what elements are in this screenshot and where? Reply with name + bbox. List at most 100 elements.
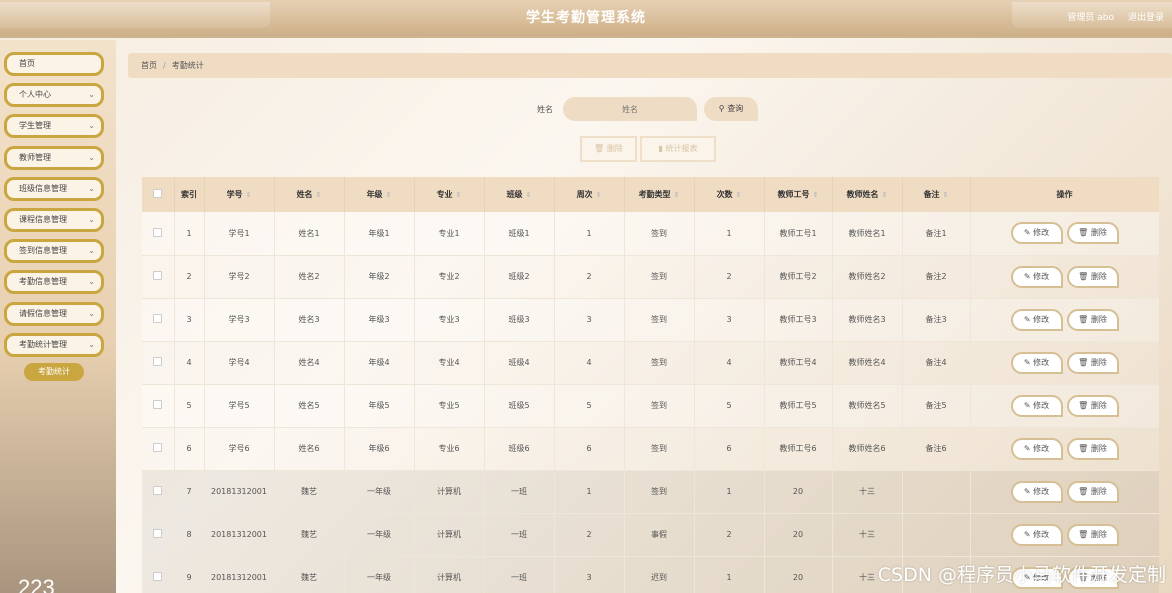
edit-icon: ✎	[1023, 443, 1031, 453]
table-cell: 专业2	[414, 255, 485, 298]
sort-icon[interactable]: ⇕	[596, 191, 602, 199]
table-cell: 3	[174, 298, 205, 341]
sidebar-item[interactable]: 首页	[4, 52, 104, 76]
delete-label: 删除	[1090, 486, 1107, 496]
column-header[interactable]: 备注 ⇕	[902, 177, 971, 212]
sort-icon[interactable]: ⇕	[456, 191, 462, 199]
select-all-checkbox-cell	[142, 177, 175, 212]
sort-icon[interactable]: ⇕	[943, 191, 949, 199]
batch-delete-button[interactable]: 🗑 删除	[580, 136, 637, 162]
table-cell: 6	[694, 427, 765, 470]
delete-button[interactable]: 🗑 删除	[1066, 265, 1119, 288]
table-cell: 年级5	[344, 384, 415, 427]
row-checkbox[interactable]	[153, 572, 163, 581]
column-header[interactable]: 周次 ⇕	[554, 177, 625, 212]
column-header[interactable]: 考勤类型 ⇕	[624, 177, 695, 212]
sidebar-bottom-number: 223	[18, 575, 55, 593]
column-header[interactable]: 教师工号 ⇕	[764, 177, 833, 212]
sidebar-item[interactable]: 请假信息管理 ⌄	[4, 301, 104, 326]
table-cell: 20181312001	[204, 513, 275, 556]
table-cell: 1	[554, 212, 625, 255]
report-button[interactable]: ▮ 统计报表	[640, 136, 716, 162]
table-cell: 年级2	[344, 255, 415, 298]
delete-button[interactable]: 🗑 删除	[1066, 437, 1119, 460]
column-header[interactable]: 班级 ⇕	[484, 177, 555, 212]
table-cell: 教师工号2	[764, 255, 833, 298]
delete-button[interactable]: 🗑 删除	[1066, 480, 1119, 503]
row-checkbox[interactable]	[153, 357, 163, 366]
column-header[interactable]: 学号 ⇕	[204, 177, 275, 212]
row-checkbox[interactable]	[153, 314, 163, 323]
row-checkbox[interactable]	[153, 529, 163, 538]
table-cell: 专业1	[414, 212, 485, 255]
column-header[interactable]: 姓名 ⇕	[274, 177, 345, 212]
column-header[interactable]: 教师姓名 ⇕	[832, 177, 903, 212]
sort-icon[interactable]: ⇕	[316, 191, 322, 199]
edit-label: 修改	[1033, 400, 1050, 410]
sort-icon[interactable]: ⇕	[386, 191, 392, 199]
sidebar-item[interactable]: 个人中心 ⌄	[4, 83, 104, 108]
edit-button[interactable]: ✎ 修改	[1010, 222, 1063, 245]
edit-button[interactable]: ✎ 修改	[1010, 523, 1063, 546]
edit-button[interactable]: ✎ 修改	[1010, 351, 1063, 374]
table-cell: 班级3	[484, 298, 555, 341]
name-search-input[interactable]	[563, 97, 697, 121]
edit-button[interactable]: ✎ 修改	[1010, 265, 1063, 288]
delete-button[interactable]: 🗑 删除	[1066, 523, 1119, 546]
edit-button[interactable]: ✎ 修改	[1010, 437, 1063, 460]
logout-link[interactable]: 退出登录	[1128, 10, 1164, 23]
table-cell: 2	[554, 513, 625, 556]
table-cell: 姓名5	[274, 384, 345, 427]
sort-icon[interactable]: ⇕	[246, 191, 252, 199]
sidebar-item[interactable]: 班级信息管理 ⌄	[4, 176, 104, 201]
column-header[interactable]: 年级 ⇕	[344, 177, 415, 212]
column-header[interactable]: 专业 ⇕	[414, 177, 485, 212]
column-header[interactable]: 次数 ⇕	[694, 177, 765, 212]
row-checkbox[interactable]	[153, 400, 163, 409]
sort-icon[interactable]: ⇕	[882, 191, 888, 199]
sort-icon[interactable]: ⇕	[736, 191, 742, 199]
table-cell: 教师工号6	[764, 427, 833, 470]
row-actions: ✎ 修改 🗑 删除	[970, 255, 1159, 298]
edit-icon: ✎	[1023, 271, 1031, 281]
table-cell: 学号5	[204, 384, 275, 427]
table-row: 7 20181312001 魏艺 一年级 计算机 一班 1 签到 1 20 十三 ✎ 修改 🗑 删除	[142, 470, 1159, 513]
sidebar-item[interactable]: 课程信息管理 ⌄	[4, 208, 104, 232]
breadcrumb-home[interactable]: 首页	[141, 61, 157, 70]
table-cell: 教师工号4	[764, 341, 833, 384]
table-cell: 魏艺	[274, 556, 345, 593]
sort-icon[interactable]: ⇕	[526, 191, 532, 199]
table-cell: 十三	[832, 513, 903, 556]
row-checkbox[interactable]	[153, 227, 163, 237]
sidebar-item-label: 个人中心	[19, 90, 51, 100]
sidebar-item[interactable]: 教师管理 ⌄	[4, 145, 104, 170]
row-checkbox[interactable]	[153, 271, 163, 280]
edit-button[interactable]: ✎ 修改	[1010, 394, 1063, 417]
sort-icon[interactable]: ⇕	[813, 191, 819, 199]
sidebar-item[interactable]: 考勤信息管理 ⌄	[4, 270, 104, 295]
search-button-label: 查询	[727, 104, 744, 113]
row-checkbox[interactable]	[153, 443, 163, 452]
table-cell: 教师姓名1	[832, 212, 903, 255]
table-cell: 2	[694, 255, 765, 298]
table-header-row: 索引 学号 ⇕ 姓名 ⇕ 年级 ⇕ 专业 ⇕ 班级 ⇕ 周次 ⇕ 考勤类型 ⇕ 次数 ⇕ 教师工号 ⇕ 教师姓名 ⇕ 备注…	[142, 177, 1159, 212]
delete-button[interactable]: 🗑 删除	[1066, 394, 1119, 417]
table-cell: 班级6	[484, 427, 555, 470]
edit-button[interactable]: ✎ 修改	[1010, 308, 1063, 331]
row-checkbox-cell	[142, 556, 175, 593]
table-cell: 迟到	[624, 556, 695, 593]
sort-icon[interactable]: ⇕	[674, 191, 680, 199]
delete-button[interactable]: 🗑 删除	[1066, 222, 1119, 245]
select-all-checkbox[interactable]	[153, 189, 163, 198]
search-button[interactable]: ⚲ 查询	[704, 97, 758, 121]
delete-button[interactable]: 🗑 删除	[1066, 308, 1119, 331]
sidebar-item[interactable]: 签到信息管理 ⌄	[4, 239, 104, 264]
delete-button[interactable]: 🗑 删除	[1066, 351, 1119, 374]
table-cell: 备注3	[902, 298, 971, 341]
submenu-attendance-stats[interactable]: 考勤统计	[24, 363, 84, 381]
sidebar-item[interactable]: 学生管理 ⌄	[4, 114, 104, 139]
edit-button[interactable]: ✎ 修改	[1010, 480, 1063, 503]
sidebar-item[interactable]: 考勤统计管理 ⌄	[4, 332, 104, 357]
row-checkbox[interactable]	[153, 486, 163, 495]
table-cell: 专业4	[414, 341, 485, 384]
